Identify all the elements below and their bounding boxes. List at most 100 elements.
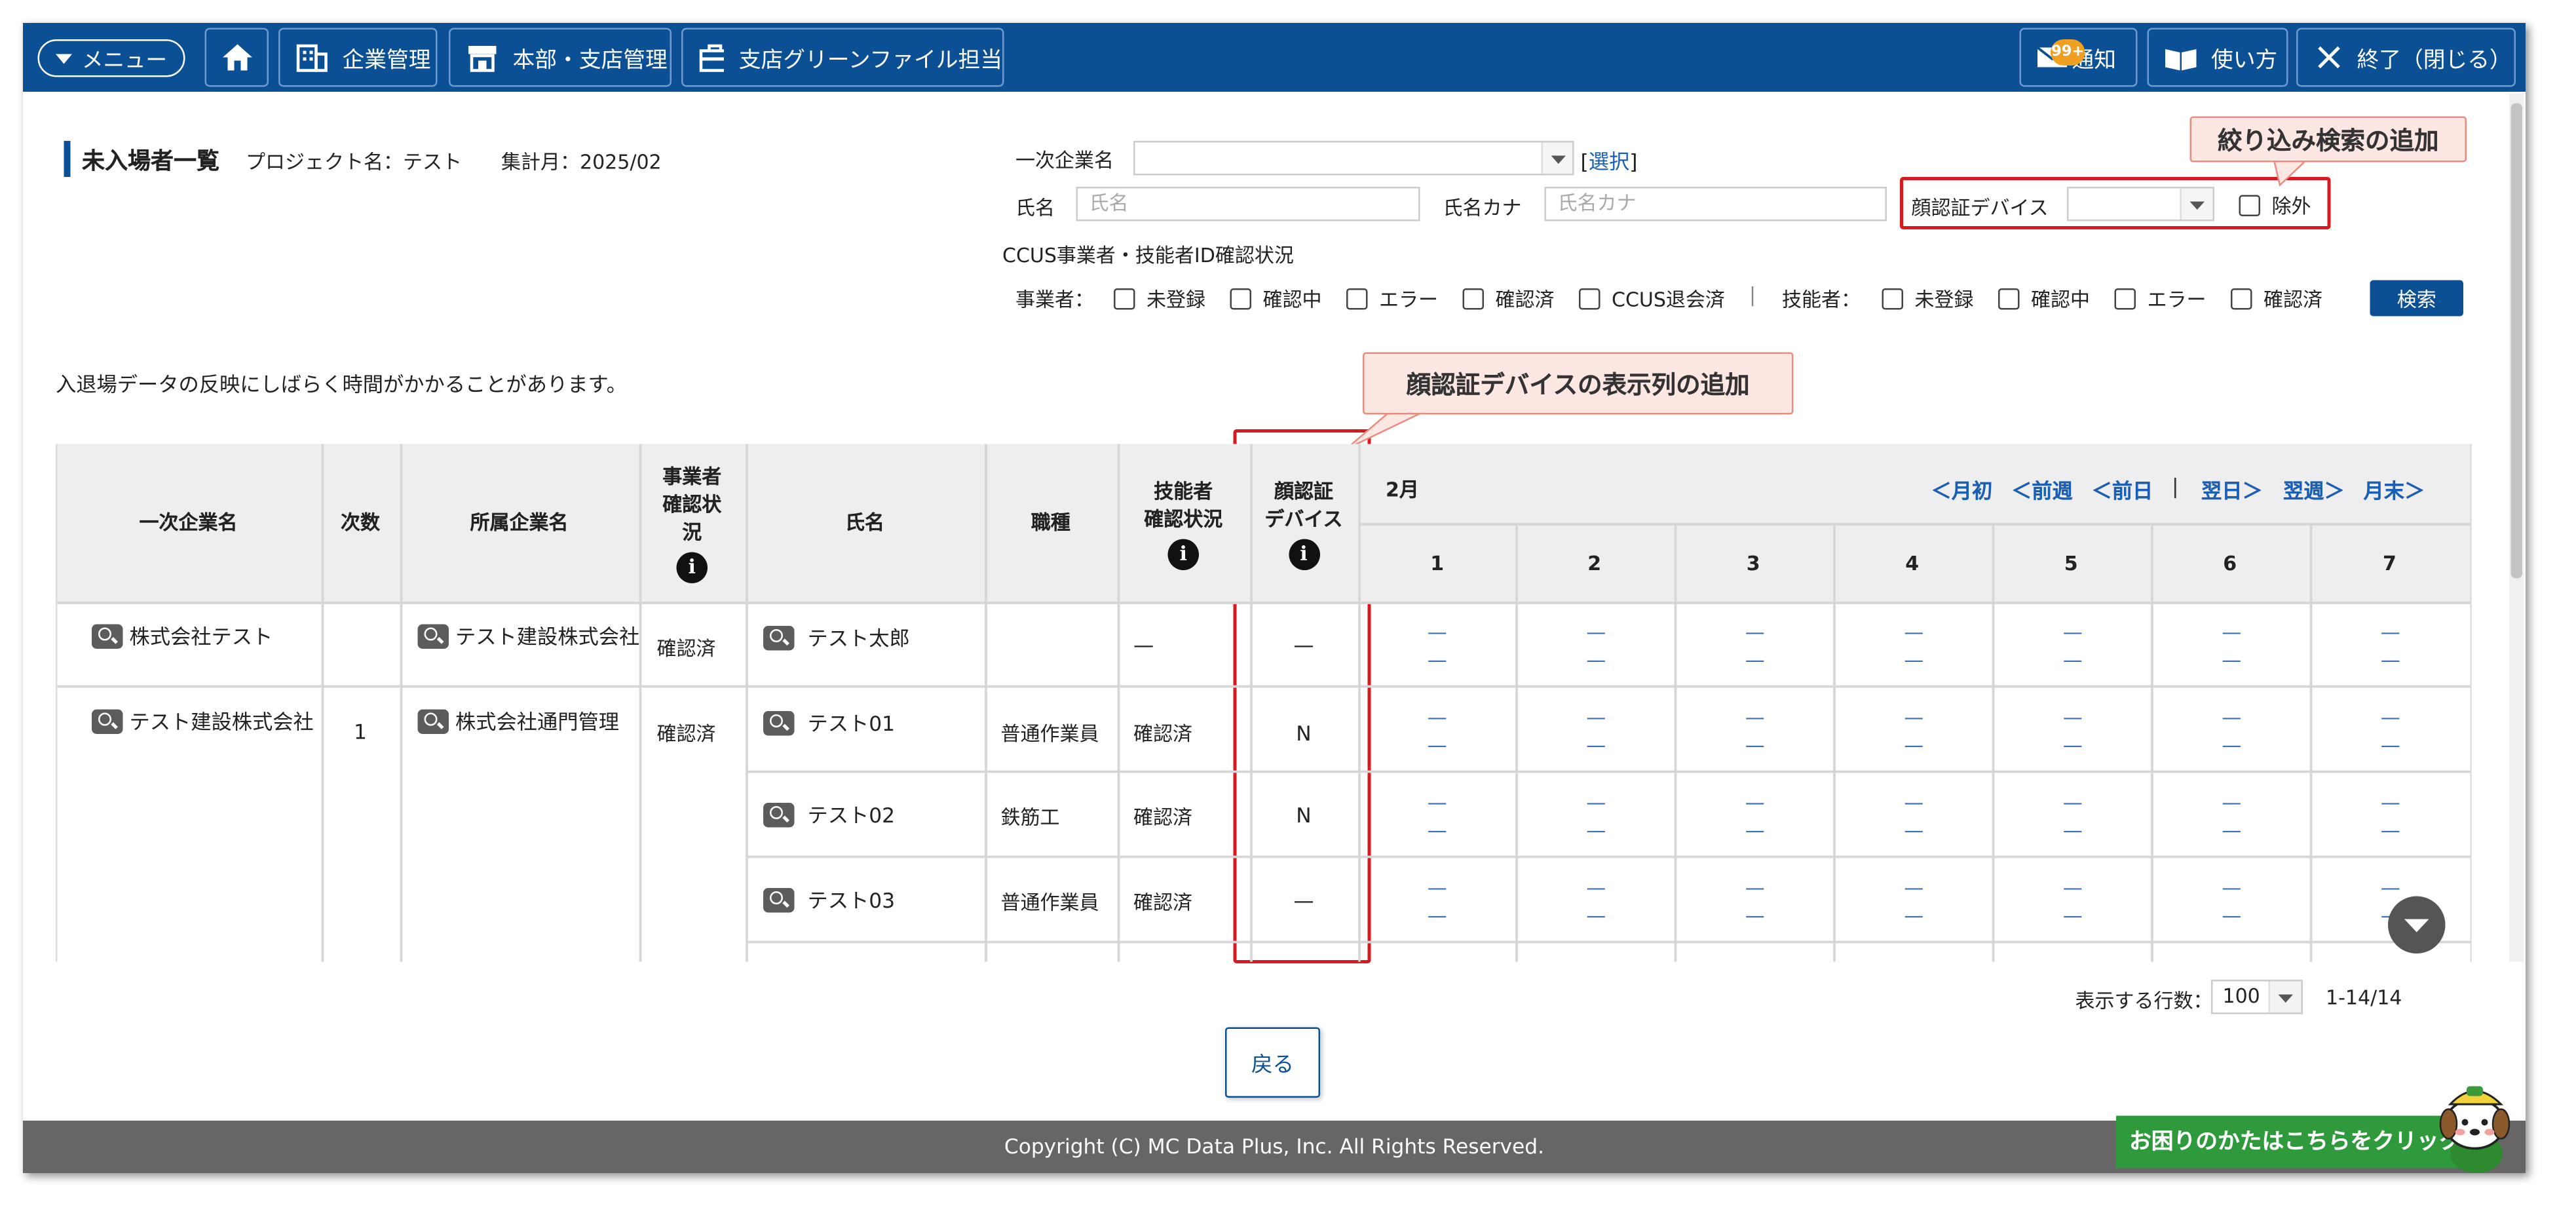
primary-company-select[interactable] [1133, 141, 1574, 176]
day-cell[interactable]: —— [2056, 875, 2089, 931]
day-cell[interactable]: —— [1739, 790, 1771, 845]
day-cell[interactable]: —— [1580, 619, 1612, 675]
cell-text: テスト太郎 [807, 626, 910, 651]
day-cell[interactable]: —— [1421, 704, 1454, 760]
kana-input[interactable]: 氏名カナ [1544, 187, 1887, 222]
business-cb-confirmed[interactable]: 確認済 [1462, 285, 1555, 313]
primary-company-link[interactable]: テスト建設株式会社 [92, 704, 314, 736]
nav-prev-day[interactable]: ＜前日 [2092, 474, 2153, 505]
help-button[interactable]: お困りのかたはこちらをクリック [2116, 1115, 2480, 1168]
primary-company-link[interactable]: 株式会社テスト [92, 619, 273, 651]
day-cell[interactable]: —— [2056, 790, 2089, 845]
face-device-cell: — [1293, 632, 1314, 657]
name-input[interactable]: 氏名 [1076, 187, 1420, 222]
affiliated-company-link[interactable]: 株式会社通門管理 [417, 704, 619, 736]
magnifier-icon[interactable] [763, 711, 795, 736]
day-cell[interactable]: —— [2215, 875, 2248, 931]
company-mgmt-button[interactable]: 企業管理 [278, 28, 438, 87]
worker-name-link[interactable]: テスト03 [763, 883, 895, 915]
worker-cb-error[interactable]: エラー [2114, 285, 2207, 313]
business-cb-error[interactable]: エラー [1346, 285, 1438, 313]
magnifier-icon[interactable] [417, 709, 449, 734]
search-button[interactable]: 検索 [2370, 280, 2463, 317]
menu-button[interactable]: メニュー [37, 39, 185, 77]
day-cell[interactable]: —— [2056, 704, 2089, 760]
business-cb-label: 未登録 [1146, 288, 1206, 311]
day-cell[interactable]: —— [1421, 790, 1454, 845]
home-button[interactable] [204, 28, 269, 87]
primary-company-dropdown[interactable] [1541, 142, 1572, 174]
business-cb-label: 確認済 [1495, 288, 1555, 311]
worker-name-link[interactable]: テスト太郎 [763, 621, 910, 653]
magnifier-icon[interactable] [763, 803, 795, 828]
day-cell[interactable]: —— [2215, 704, 2248, 760]
day-cell[interactable]: —— [2215, 790, 2248, 845]
day-header: 6 [2151, 524, 2310, 603]
day-cell[interactable]: —— [1739, 875, 1771, 931]
day-cell[interactable]: —— [1739, 619, 1771, 675]
select-link[interactable]: 選択 [1589, 149, 1630, 174]
title-accent-bar [64, 141, 71, 177]
company-mgmt-label: 企業管理 [342, 47, 431, 74]
info-icon[interactable]: i [1288, 538, 1319, 569]
bracket-close: ] [1629, 149, 1638, 174]
affiliated-company-link[interactable]: テスト建設株式会社 [417, 619, 639, 651]
nav-next-day[interactable]: 翌日＞ [2201, 474, 2263, 505]
worker-cb-checking[interactable]: 確認中 [1998, 285, 2090, 313]
day-cell[interactable]: —— [1897, 619, 1930, 675]
col-header-text: 氏名 [844, 511, 884, 534]
nav-month-start[interactable]: ＜月初 [1931, 474, 1993, 505]
caret-down-icon [2404, 919, 2429, 933]
worker-name-link[interactable]: テスト02 [763, 798, 895, 830]
worker-cb-unregistered[interactable]: 未登録 [1882, 285, 1974, 313]
menu-label: メニュー [81, 49, 167, 74]
exit-button[interactable]: 終了（閉じる） [2296, 28, 2516, 87]
nav-next-week[interactable]: 翌週＞ [2283, 474, 2345, 505]
bracket-open: [ [1580, 149, 1589, 174]
worker-cb-confirmed[interactable]: 確認済 [2231, 285, 2322, 313]
home-icon [221, 44, 252, 71]
day-cell[interactable]: —— [1897, 704, 1930, 760]
scroll-down-button[interactable] [2388, 896, 2446, 954]
scrollbar-thumb[interactable] [2510, 103, 2522, 579]
col-header-text: 事業者 [662, 465, 722, 488]
business-cb-unregistered[interactable]: 未登録 [1114, 285, 1205, 313]
nav-prev-week[interactable]: ＜前週 [2011, 474, 2073, 505]
day-cell[interactable]: —— [1739, 704, 1771, 760]
magnifier-icon[interactable] [763, 626, 795, 651]
business-cb-ccus-withdrawn[interactable]: CCUS退会済 [1579, 285, 1725, 313]
day-cell[interactable]: —— [1580, 790, 1612, 845]
nav-month-end[interactable]: 月末＞ [2364, 474, 2425, 505]
magnifier-icon[interactable] [763, 888, 795, 913]
day-cell[interactable]: —— [2374, 619, 2407, 675]
col-header-affiliated-company: 所属企業名 [400, 444, 639, 604]
day-cell[interactable]: —— [1421, 619, 1454, 675]
branch-green-file-button[interactable]: 支店グリーンファイル担当 [681, 28, 1004, 87]
day-cell[interactable]: —— [1580, 704, 1612, 760]
magnifier-icon[interactable] [92, 709, 123, 734]
primary-company-label: 一次企業名 [1015, 149, 1114, 172]
hq-branch-mgmt-button[interactable]: 本部・支店管理 [449, 28, 672, 87]
howto-button[interactable]: 使い方 [2147, 28, 2288, 87]
magnifier-icon[interactable] [417, 624, 449, 649]
trade-cell: 鉄筋工 [1000, 806, 1060, 829]
day-header: 5 [1992, 524, 2151, 603]
day-cell[interactable]: —— [2056, 619, 2089, 675]
close-icon [2318, 46, 2340, 69]
day-cell[interactable]: —— [2374, 790, 2407, 845]
day-cell[interactable]: —— [1897, 875, 1930, 931]
info-icon[interactable]: i [1167, 538, 1199, 569]
rows-per-page-dropdown[interactable] [2268, 981, 2301, 1013]
day-cell[interactable]: —— [1897, 790, 1930, 845]
business-cb-checking[interactable]: 確認中 [1230, 285, 1322, 313]
magnifier-icon[interactable] [92, 624, 123, 649]
mascot-dog-icon[interactable] [2434, 1081, 2516, 1173]
day-cell[interactable]: —— [2374, 704, 2407, 760]
back-button[interactable]: 戻る [1225, 1027, 1320, 1098]
vertical-scrollbar[interactable] [2509, 93, 2524, 962]
day-cell[interactable]: —— [2215, 619, 2248, 675]
day-cell[interactable]: —— [1421, 875, 1454, 931]
worker-name-link[interactable]: テスト01 [763, 706, 895, 738]
day-cell[interactable]: —— [1580, 875, 1612, 931]
info-icon[interactable]: i [676, 552, 708, 583]
